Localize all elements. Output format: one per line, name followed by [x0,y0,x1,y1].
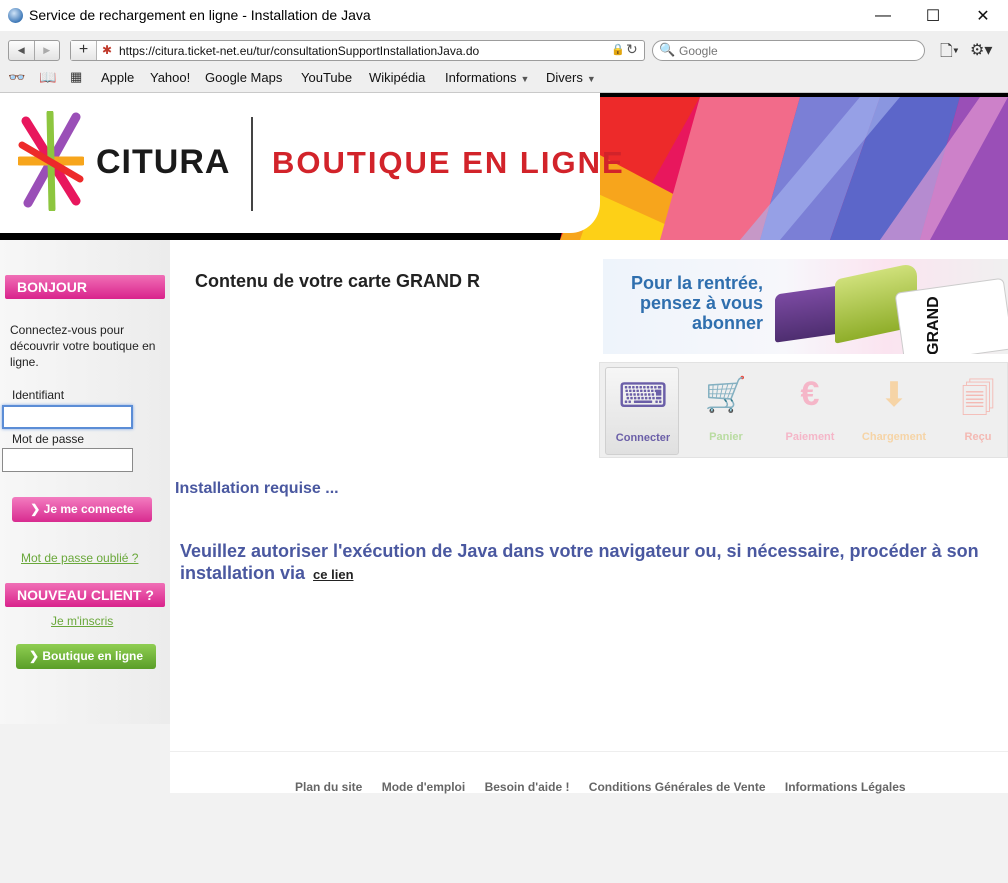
online-shop-button[interactable]: ❯ Boutique en ligne [16,644,156,669]
nav-buttons: ◀ ▶ [8,40,60,61]
footer-links: Plan du site Mode d'emploi Besoin d'aide… [295,780,922,794]
search-input[interactable] [679,43,919,58]
login-button[interactable]: ❯ Je me connecte [12,497,152,522]
step-panier: 🛒 Panier [689,367,763,455]
bookmarks-bar: 👓 📖 ▦ Apple Yahoo! Google Maps YouTube W… [0,68,1008,88]
step-label: Chargement [861,431,927,443]
step-label: Connecter [615,432,671,444]
bookmark-google-maps[interactable]: Google Maps [205,70,282,85]
usb-key-icon: ⌨ [618,377,668,415]
bookmark-wikipedia[interactable]: Wikipédia [369,70,425,85]
java-message-text: Veuillez autoriser l'exécution de Java d… [180,541,979,583]
web-page: CITURA BOUTIQUE EN LIGNE BONJOUR Connect… [0,93,1008,883]
download-icon: ⬇ [879,376,909,414]
bookmark-yahoo[interactable]: Yahoo! [150,70,190,85]
step-connecter[interactable]: ⌨ Connecter [605,367,679,455]
maximize-button[interactable]: ☐ [910,0,956,31]
site-banner: CITURA BOUTIQUE EN LIGNE [0,93,1008,240]
grand-r-card-label: GRAND [925,296,942,354]
bonjour-header: BONJOUR [5,275,165,299]
bookmarks-book-icon[interactable]: 📖 [39,69,56,86]
logo-text[interactable]: CITURA [96,143,230,182]
login-sidebar: BONJOUR Connectez-vous pour découvrir vo… [0,240,170,724]
footer-link-help[interactable]: Besoin d'aide ! [485,780,570,794]
browser-globe-icon [8,8,23,23]
step-label: Panier [709,431,743,443]
installation-required-heading: Installation requise ... [175,480,339,497]
browser-window: Service de rechargement en ligne - Insta… [0,0,1008,883]
bookmark-apple[interactable]: Apple [101,70,134,85]
url-text[interactable]: https://citura.ticket-net.eu/tur/consult… [119,44,479,58]
back-button[interactable]: ◀ [9,41,34,60]
main-content: Contenu de votre carte GRAND R Pour la r… [170,240,1008,793]
banner-divider [251,117,253,211]
bookmark-folder-informations[interactable]: Informations ▼ [445,70,529,85]
top-sites-grid-icon[interactable]: ▦ [70,69,82,85]
citura-logo-icon[interactable] [18,111,84,211]
reading-list-icon[interactable]: 👓 [8,69,25,86]
identifiant-input[interactable] [2,405,133,429]
reload-icon[interactable]: ↻ [626,41,638,58]
login-intro-text: Connectez-vous pour découvrir votre bout… [10,323,156,369]
identifiant-label: Identifiant [12,388,65,402]
forgot-password-link[interactable]: Mot de passe oublié ? [21,551,138,565]
bookmark-label: Divers [546,70,583,85]
promo-banner[interactable]: Pour la rentrée, pensez à vous abonner G… [603,259,1008,354]
step-label: Reçu [964,431,992,443]
browser-toolbar: ◀ ▶ + ✱ https://citura.ticket-net.eu/tur… [0,31,1008,93]
footer-link-legal[interactable]: Informations Légales [785,780,906,794]
boutique-title: BOUTIQUE EN LIGNE [272,145,625,180]
receipt-icon: 🗐 [961,380,995,418]
card-title: Contenu de votre carte GRAND R [195,271,481,291]
minimize-button[interactable]: — [860,0,906,31]
step-chargement: ⬇ Chargement [857,367,931,455]
footer-link-site-map[interactable]: Plan du site [295,780,362,794]
password-label: Mot de passe [12,432,85,446]
page-menu-icon[interactable]: 🗋▾ [940,40,959,67]
add-bookmark-icon[interactable]: + [71,41,97,60]
footer-divider [170,751,1008,752]
gear-icon[interactable]: ⚙▾ [970,40,992,60]
lock-icon[interactable]: 🔒 [611,43,625,56]
cart-icon: 🛒 [704,376,748,414]
java-install-link[interactable]: ce lien [313,567,353,582]
forward-button[interactable]: ▶ [33,41,60,60]
dropdown-arrow-icon: ▼ [586,74,596,84]
step-recu: 🗐 Reçu [941,367,1008,455]
purchase-steps: ⌨ Connecter 🛒 Panier € Paiement ⬇ Charge… [599,362,1008,458]
euro-icon: € [800,375,820,413]
search-icon[interactable]: 🔍 [659,42,675,58]
search-field[interactable]: 🔍 [652,40,925,61]
title-bar: Service de rechargement en ligne - Insta… [0,0,1008,31]
step-paiement: € Paiement [773,367,847,455]
site-favicon-icon: ✱ [102,43,113,57]
step-label: Paiement [785,431,835,443]
close-button[interactable]: ✕ [960,0,1006,31]
password-input[interactable] [2,448,133,472]
footer-link-terms[interactable]: Conditions Générales de Vente [589,780,766,794]
new-client-header: NOUVEAU CLIENT ? [5,583,165,607]
signup-link[interactable]: Je m'inscris [51,614,113,628]
footer-link-user-guide[interactable]: Mode d'emploi [382,780,466,794]
window-title: Service de rechargement en ligne - Insta… [29,7,371,23]
bookmark-youtube[interactable]: YouTube [301,70,352,85]
promo-text: Pour la rentrée, pensez à vous abonner [630,273,763,333]
bookmark-label: Informations [445,70,517,85]
java-message: Veuillez autoriser l'exécution de Java d… [180,540,1000,586]
address-bar[interactable]: + ✱ https://citura.ticket-net.eu/tur/con… [70,40,645,61]
dropdown-arrow-icon: ▼ [520,74,530,84]
bookmark-folder-divers[interactable]: Divers ▼ [546,70,596,85]
